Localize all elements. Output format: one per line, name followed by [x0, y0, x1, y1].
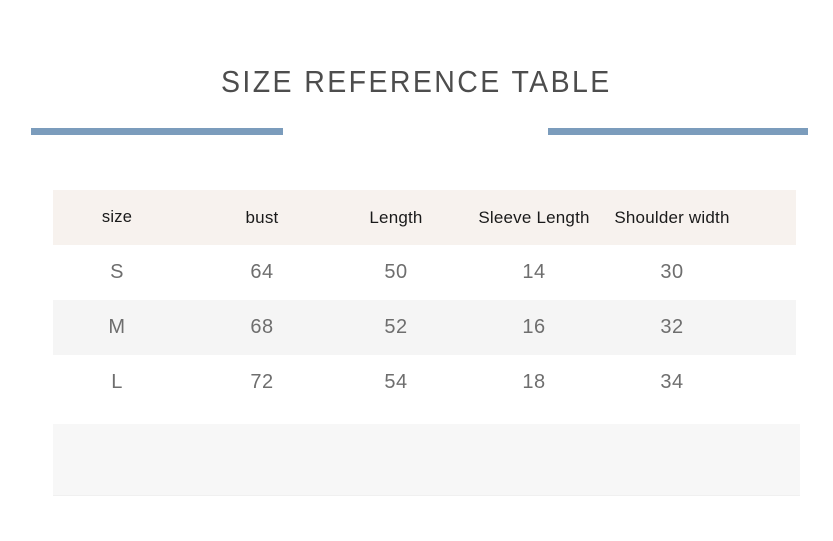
right-accent-rule [548, 128, 808, 135]
cell-bust: 68 [250, 316, 274, 338]
page-title-container: SIZE REFERENCE TABLE [0, 62, 833, 102]
table-row: S 64 50 14 30 [53, 245, 796, 300]
size-reference-page: SIZE REFERENCE TABLE size bust Length Sl… [0, 0, 833, 541]
table-row: M 68 52 16 32 [53, 300, 796, 355]
cell-shoulder-width: 34 [660, 371, 684, 393]
header-cell-length: Length [369, 208, 423, 227]
cell-shoulder-width: 32 [660, 316, 684, 338]
cell-length: 50 [384, 261, 408, 283]
cell-bust: 72 [250, 371, 274, 393]
header-cell-bust: bust [245, 208, 279, 227]
cell-size: S [110, 261, 124, 283]
cell-size: L [111, 371, 123, 393]
header-cell-shoulder-width: Shoulder width [614, 208, 730, 227]
cell-length: 52 [384, 316, 408, 338]
page-title: SIZE REFERENCE TABLE [221, 64, 612, 99]
cell-length: 54 [384, 371, 408, 393]
table-header-row: size bust Length Sleeve Length Shoulder … [53, 190, 796, 245]
cell-shoulder-width: 30 [660, 261, 684, 283]
size-table: size bust Length Sleeve Length Shoulder … [53, 190, 796, 410]
table-row: L 72 54 18 34 [53, 355, 796, 410]
cell-bust: 64 [250, 261, 274, 283]
left-accent-rule [31, 128, 283, 135]
cell-size: M [108, 316, 126, 338]
table-footer-block [53, 424, 800, 496]
header-cell-size: size [101, 208, 133, 226]
